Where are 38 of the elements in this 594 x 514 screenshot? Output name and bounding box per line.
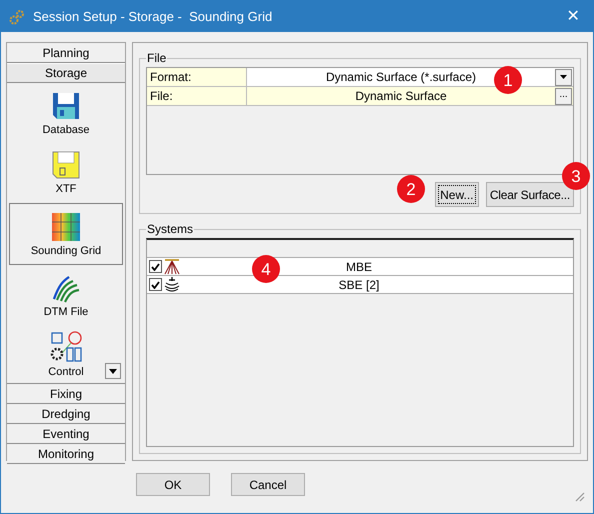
sidebar-item[interactable]: DTM File (9, 267, 123, 324)
checkmark-icon (151, 262, 160, 270)
sidebar-item[interactable]: XTF (9, 144, 123, 201)
checkbox[interactable] (149, 278, 162, 291)
close-button[interactable]: ✕ (553, 1, 593, 32)
property-label: Format: (147, 68, 247, 86)
dialog-button[interactable]: OK (136, 473, 210, 496)
gears-icon (9, 8, 25, 24)
scroll-down-button[interactable] (105, 363, 121, 379)
caret-down-icon (560, 75, 567, 79)
property-value-field[interactable]: Dynamic Surface ... (247, 87, 573, 105)
diagram-icon (48, 331, 84, 363)
callout-marker: 3 (562, 162, 590, 190)
group-action-button[interactable]: Clear Surface... (486, 182, 574, 207)
waves-icon (51, 273, 81, 303)
sidebar-item[interactable]: Control (9, 326, 123, 383)
resize-grip-icon (573, 490, 585, 502)
dropdown-button[interactable] (555, 68, 572, 86)
color-grid-icon (51, 212, 81, 242)
system-name: SBE [2] (338, 276, 380, 294)
system-row[interactable]: SBE [2] (147, 276, 573, 294)
dialog-button[interactable]: Cancel (231, 473, 305, 496)
sidebar-item[interactable]: Sounding Grid (9, 203, 123, 265)
caret-down-icon (109, 368, 117, 374)
callout-marker: 2 (397, 175, 425, 203)
sidebar-section-header[interactable]: Storage (7, 63, 125, 83)
group-action-button[interactable]: New... (434, 182, 479, 207)
browse-button[interactable]: ... (555, 88, 572, 104)
group-title: Systems (146, 221, 194, 238)
checkmark-icon (151, 280, 160, 288)
checkbox[interactable] (149, 260, 162, 273)
property-label: File: (147, 87, 247, 105)
sonar-waves-icon (163, 276, 181, 292)
sidebar-item[interactable]: Database (9, 85, 123, 142)
window-title: Session Setup - Storage - Sounding Grid (33, 8, 272, 26)
group-title: File (146, 50, 168, 67)
sonar-fan-icon (163, 258, 181, 274)
system-name: MBE (346, 258, 372, 276)
